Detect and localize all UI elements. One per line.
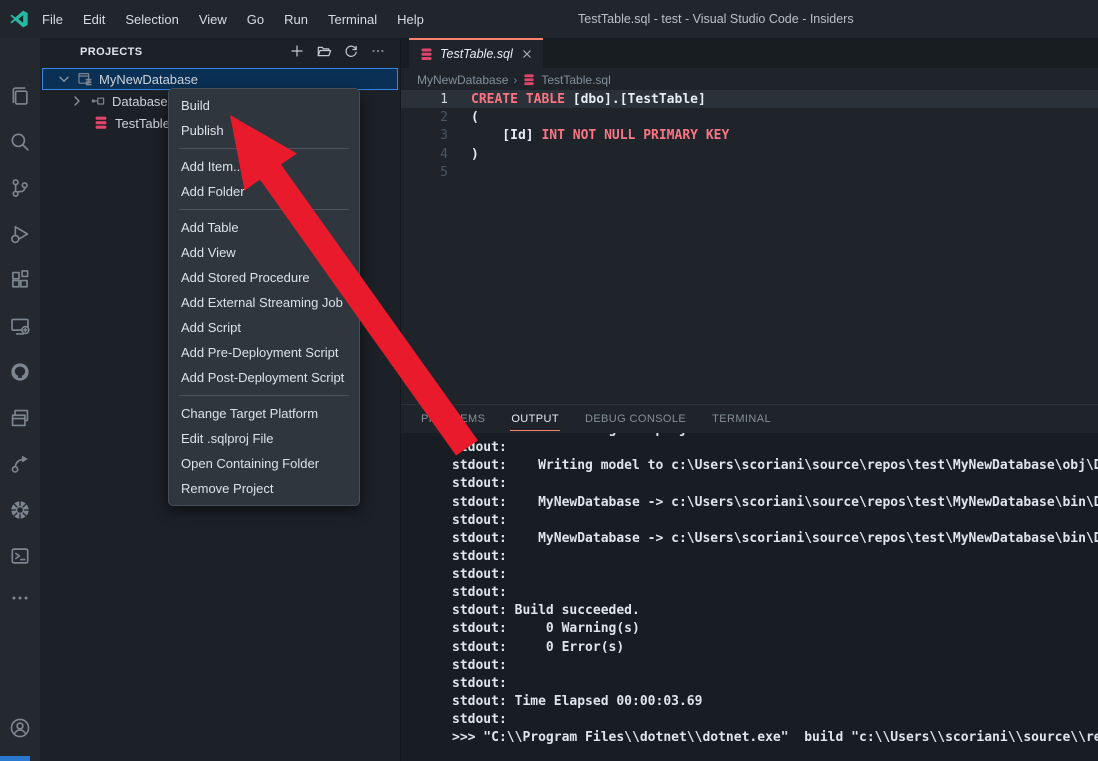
chevron-right-icon[interactable] — [69, 93, 85, 109]
code-text: [Id] INT NOT NULL PRIMARY KEY — [448, 128, 729, 143]
menubar-item-edit[interactable]: Edit — [73, 8, 115, 31]
code-text: CREATE TABLE [dbo].[TestTable] — [448, 92, 706, 107]
code-text: ) — [448, 147, 479, 162]
remote-explorer-icon[interactable] — [8, 314, 32, 338]
context-menu-item-add-stored-procedure[interactable]: Add Stored Procedure — [169, 265, 359, 290]
refresh-icon[interactable] — [341, 40, 361, 62]
context-menu-item-remove-project[interactable]: Remove Project — [169, 476, 359, 501]
more-icon[interactable] — [368, 40, 388, 62]
close-tab-icon[interactable] — [519, 46, 535, 62]
editor-group: TestTable.sql MyNewDatabase › TestTable.… — [400, 38, 1098, 761]
breadcrumb: MyNewDatabase › TestTable.sql — [401, 68, 1098, 91]
run-and-debug-icon[interactable] — [8, 222, 32, 246]
code-line-3: 3 [Id] INT NOT NULL PRIMARY KEY — [401, 127, 1098, 145]
menubar-item-help[interactable]: Help — [387, 8, 434, 31]
context-menu-item-build[interactable]: Build — [169, 93, 359, 118]
context-menu-item-open-containing-folder[interactable]: Open Containing Folder — [169, 451, 359, 476]
live-share-icon[interactable] — [8, 452, 32, 476]
tree-item-label: MyNewDatabase — [99, 72, 198, 87]
menubar-item-run[interactable]: Run — [274, 8, 318, 31]
sidebar-actions — [287, 40, 388, 62]
code-line-4: 4) — [401, 145, 1098, 163]
panel-tab-output[interactable]: OUTPUT — [510, 407, 560, 431]
context-menu-item-publish[interactable]: Publish — [169, 118, 359, 143]
bottom-panel: PROBLEMS OUTPUT DEBUG CONSOLE TERMINAL stdo… — [401, 404, 1098, 761]
line-number: 3 — [401, 128, 448, 143]
code-line-1: 1CREATE TABLE [dbo].[TestTable] — [401, 90, 1098, 108]
menu-bar: FileEditSelectionViewGoRunTerminalHelp — [32, 0, 434, 38]
line-number: 1 — [401, 92, 448, 107]
activity-bar: ⚙1 — [0, 38, 40, 761]
code-line-2: 2( — [401, 108, 1098, 126]
output-console[interactable]: stdout: Validating the project model... … — [401, 433, 1098, 761]
tab-strip: TestTable.sql — [401, 38, 1098, 68]
editor-windows-icon[interactable] — [8, 406, 32, 430]
code-editor[interactable]: 1CREATE TABLE [dbo].[TestTable]2(3 [Id] … — [401, 90, 1098, 442]
tab-testtable-sql[interactable]: TestTable.sql — [409, 38, 543, 68]
context-menu-item-edit-sqlproj-file[interactable]: Edit .sqlproj File — [169, 426, 359, 451]
menu-separator — [179, 395, 349, 396]
reference-icon — [90, 93, 106, 109]
explorer-icon[interactable] — [8, 84, 32, 108]
code-line-5: 5 — [401, 164, 1098, 182]
code-text: ( — [448, 110, 479, 125]
title-bar: FileEditSelectionViewGoRunTerminalHelp T… — [0, 0, 1098, 38]
source-control-icon[interactable] — [8, 176, 32, 200]
context-menu-item-add-item[interactable]: Add Item... — [169, 154, 359, 179]
menubar-item-go[interactable]: Go — [237, 8, 274, 31]
breadcrumb-project[interactable]: MyNewDatabase — [417, 73, 508, 87]
chevron-down-icon[interactable] — [56, 71, 72, 87]
context-menu-item-add-pre-deployment-script[interactable]: Add Pre-Deployment Script — [169, 340, 359, 365]
status-fragment — [0, 756, 30, 761]
panel-tab-problems[interactable]: PROBLEMS — [420, 407, 486, 431]
sql-file-icon — [419, 47, 434, 62]
tab-label: TestTable.sql — [440, 47, 513, 61]
more-views-icon[interactable] — [8, 586, 32, 610]
vscode-window: FileEditSelectionViewGoRunTerminalHelp T… — [0, 0, 1098, 761]
panel-tab-debug-console[interactable]: DEBUG CONSOLE — [584, 407, 687, 431]
sidebar-title: PROJECTS — [80, 46, 143, 58]
context-menu-item-add-post-deployment-script[interactable]: Add Post-Deployment Script — [169, 365, 359, 390]
github-icon[interactable] — [8, 360, 32, 384]
powershell-icon[interactable] — [8, 544, 32, 568]
add-icon[interactable] — [287, 40, 307, 62]
sql-file-icon — [522, 73, 536, 87]
context-menu-item-add-table[interactable]: Add Table — [169, 215, 359, 240]
sidebar-header: PROJECTS — [40, 38, 400, 66]
context-menu-item-change-target-platform[interactable]: Change Target Platform — [169, 401, 359, 426]
menubar-item-view[interactable]: View — [189, 8, 237, 31]
account-icon[interactable] — [8, 716, 32, 740]
context-menu-item-add-script[interactable]: Add Script — [169, 315, 359, 340]
context-menu-item-add-folder[interactable]: Add Folder — [169, 179, 359, 204]
vscode-insiders-logo-icon — [9, 9, 29, 29]
menu-separator — [179, 148, 349, 149]
panel-tabs: PROBLEMS OUTPUT DEBUG CONSOLE TERMINAL — [420, 405, 772, 433]
window-title: TestTable.sql - test - Visual Studio Cod… — [578, 0, 854, 38]
breadcrumb-file[interactable]: TestTable.sql — [541, 73, 610, 87]
project-context-menu: BuildPublish Add Item...Add Folder Add Tab… — [168, 88, 360, 506]
breadcrumb-separator-icon: › — [513, 73, 517, 87]
context-menu-item-add-view[interactable]: Add View — [169, 240, 359, 265]
db-red-icon — [93, 115, 109, 131]
line-number: 4 — [401, 147, 448, 162]
open-folder-icon[interactable] — [314, 40, 334, 62]
menu-separator — [179, 209, 349, 210]
line-number: 5 — [401, 165, 448, 180]
extensions-icon[interactable] — [8, 268, 32, 292]
menubar-item-terminal[interactable]: Terminal — [318, 8, 387, 31]
search-icon[interactable] — [8, 130, 32, 154]
tree-item-mynewdatabase[interactable]: MyNewDatabase — [42, 68, 398, 90]
menubar-item-file[interactable]: File — [32, 8, 73, 31]
output-text: stdout: Validating the project model... … — [401, 433, 1098, 747]
panel-tab-terminal[interactable]: TERMINAL — [711, 407, 772, 431]
kubernetes-icon[interactable] — [8, 498, 32, 522]
project-db-icon — [77, 71, 93, 87]
context-menu-item-add-external-streaming-job[interactable]: Add External Streaming Job — [169, 290, 359, 315]
line-number: 2 — [401, 110, 448, 125]
menubar-item-selection[interactable]: Selection — [115, 8, 188, 31]
